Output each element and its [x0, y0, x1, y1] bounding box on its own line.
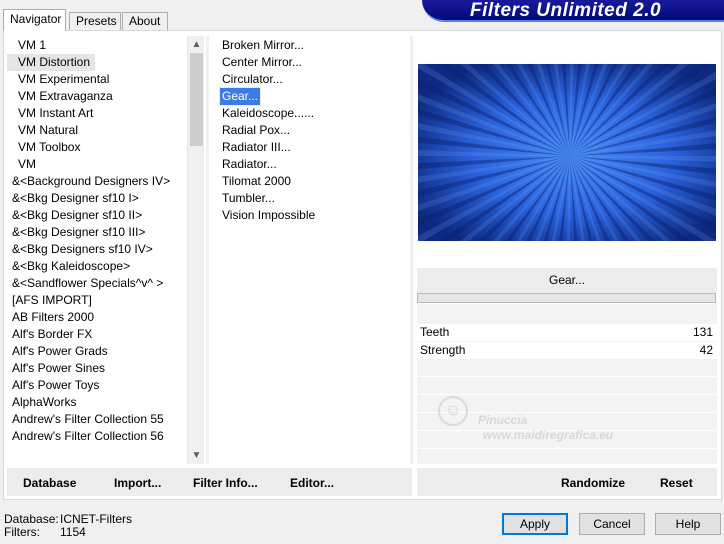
tab-presets[interactable]: Presets [69, 12, 121, 31]
category-item[interactable]: Alf's Power Grads [7, 343, 113, 360]
category-item[interactable]: VM 1 [7, 37, 51, 54]
param-strength[interactable]: Strength 42 [417, 342, 717, 359]
category-item[interactable]: VM Distortion [7, 54, 96, 71]
column-divider [410, 36, 413, 464]
category-item[interactable]: &<Bkg Designer sf10 II> [7, 207, 147, 224]
filter-item[interactable]: Gear... [218, 87, 262, 106]
category-item[interactable]: &<Bkg Designer sf10 I> [7, 190, 144, 207]
filter-item[interactable]: Radial Pox... [220, 122, 292, 139]
category-item[interactable]: VM Natural [7, 122, 83, 139]
param-slot-divider [417, 394, 717, 395]
param-name: Strength [420, 343, 466, 357]
editor-button[interactable]: Editor... [290, 468, 334, 496]
category-item[interactable]: VM Extravaganza [7, 88, 118, 105]
filter-item[interactable]: Circulator... [220, 71, 285, 88]
category-item[interactable]: Andrew's Filter Collection 55 [7, 411, 169, 428]
category-item[interactable]: &<Background Designers IV> [7, 173, 175, 190]
effect-title: Gear... [417, 268, 717, 293]
scroll-up-icon[interactable]: ▲ [188, 36, 205, 53]
database-value: ICNET-Filters [60, 512, 132, 526]
navigator-toolbar: Database Import... Filter Info... Editor… [7, 468, 412, 496]
category-item[interactable]: VM Experimental [7, 71, 114, 88]
category-item[interactable]: &<Bkg Designers sf10 IV> [7, 241, 158, 258]
category-item[interactable]: VM Toolbox [7, 139, 85, 156]
category-item[interactable]: AlphaWorks [7, 394, 81, 411]
cancel-button[interactable]: Cancel [579, 513, 645, 535]
scroll-thumb[interactable] [190, 53, 203, 146]
category-item[interactable]: &<Bkg Kaleidoscope> [7, 258, 135, 275]
apply-button[interactable]: Apply [502, 513, 568, 535]
param-value: 131 [692, 325, 713, 339]
category-list[interactable]: VM 1 VM Distortion VM Experimental VM Extra… [7, 36, 187, 464]
category-item[interactable]: Alf's Border FX [7, 326, 97, 343]
database-button[interactable]: Database [23, 468, 76, 496]
effect-preview [418, 64, 716, 241]
reset-button[interactable]: Reset [660, 468, 693, 496]
filter-item[interactable]: Radiator... [220, 156, 279, 173]
help-button[interactable]: Help [655, 513, 721, 535]
category-scrollbar[interactable]: ▲ ▼ [187, 36, 204, 464]
param-value: 42 [699, 343, 713, 357]
filter-item[interactable]: Vision Impossible [220, 207, 317, 224]
param-name: Teeth [420, 325, 450, 339]
watermark-name: Pinuccia [478, 413, 528, 427]
tab-about[interactable]: About [122, 12, 168, 31]
filter-item[interactable]: Center Mirror... [220, 54, 304, 71]
column-divider [206, 36, 209, 464]
filter-info-button[interactable]: Filter Info... [193, 468, 258, 496]
scroll-down-icon[interactable]: ▼ [188, 447, 205, 464]
watermark-url: www.maidiregrafica.eu [483, 428, 614, 442]
category-item[interactable]: AB Filters 2000 [7, 309, 99, 326]
filter-list[interactable]: Broken Mirror... Center Mirror... Circulat… [218, 36, 408, 456]
category-item[interactable]: Andrew's Filter Collection 56 [7, 428, 169, 445]
category-item[interactable]: &<Sandflower Specials^v^ > [7, 275, 168, 292]
param-slot-divider [417, 448, 717, 449]
category-item[interactable]: VM Instant Art [7, 105, 98, 122]
category-item[interactable]: [AFS IMPORT] [7, 292, 97, 309]
filters-count-label: Filters: [4, 525, 40, 539]
category-item[interactable]: Alf's Power Sines [7, 360, 110, 377]
filter-item[interactable]: Tumbler... [220, 190, 277, 207]
randomize-button[interactable]: Randomize [561, 468, 625, 496]
effect-toolbar: Randomize Reset [417, 468, 717, 496]
progress-bar [417, 293, 716, 303]
preview-image [418, 64, 716, 241]
tab-navigator[interactable]: Navigator [3, 9, 66, 31]
filter-item[interactable]: Broken Mirror... [220, 37, 306, 54]
filter-item[interactable]: Radiator III... [220, 139, 293, 156]
filter-item[interactable]: Tilomat 2000 [220, 173, 293, 190]
watermark-logo-icon: ☺ [438, 396, 468, 426]
app-title: Filters Unlimited 2.0 [470, 0, 662, 21]
filter-item[interactable]: Kaleidoscope...... [220, 105, 316, 122]
import-button[interactable]: Import... [114, 468, 161, 496]
category-item[interactable]: VM [7, 156, 41, 173]
param-teeth[interactable]: Teeth 131 [417, 324, 717, 341]
category-item[interactable]: Alf's Power Toys [7, 377, 104, 394]
database-label: Database: [4, 512, 59, 526]
param-slot-divider [417, 376, 717, 377]
category-item[interactable]: &<Bkg Designer sf10 III> [7, 224, 150, 241]
filters-count-value: 1154 [60, 525, 86, 539]
